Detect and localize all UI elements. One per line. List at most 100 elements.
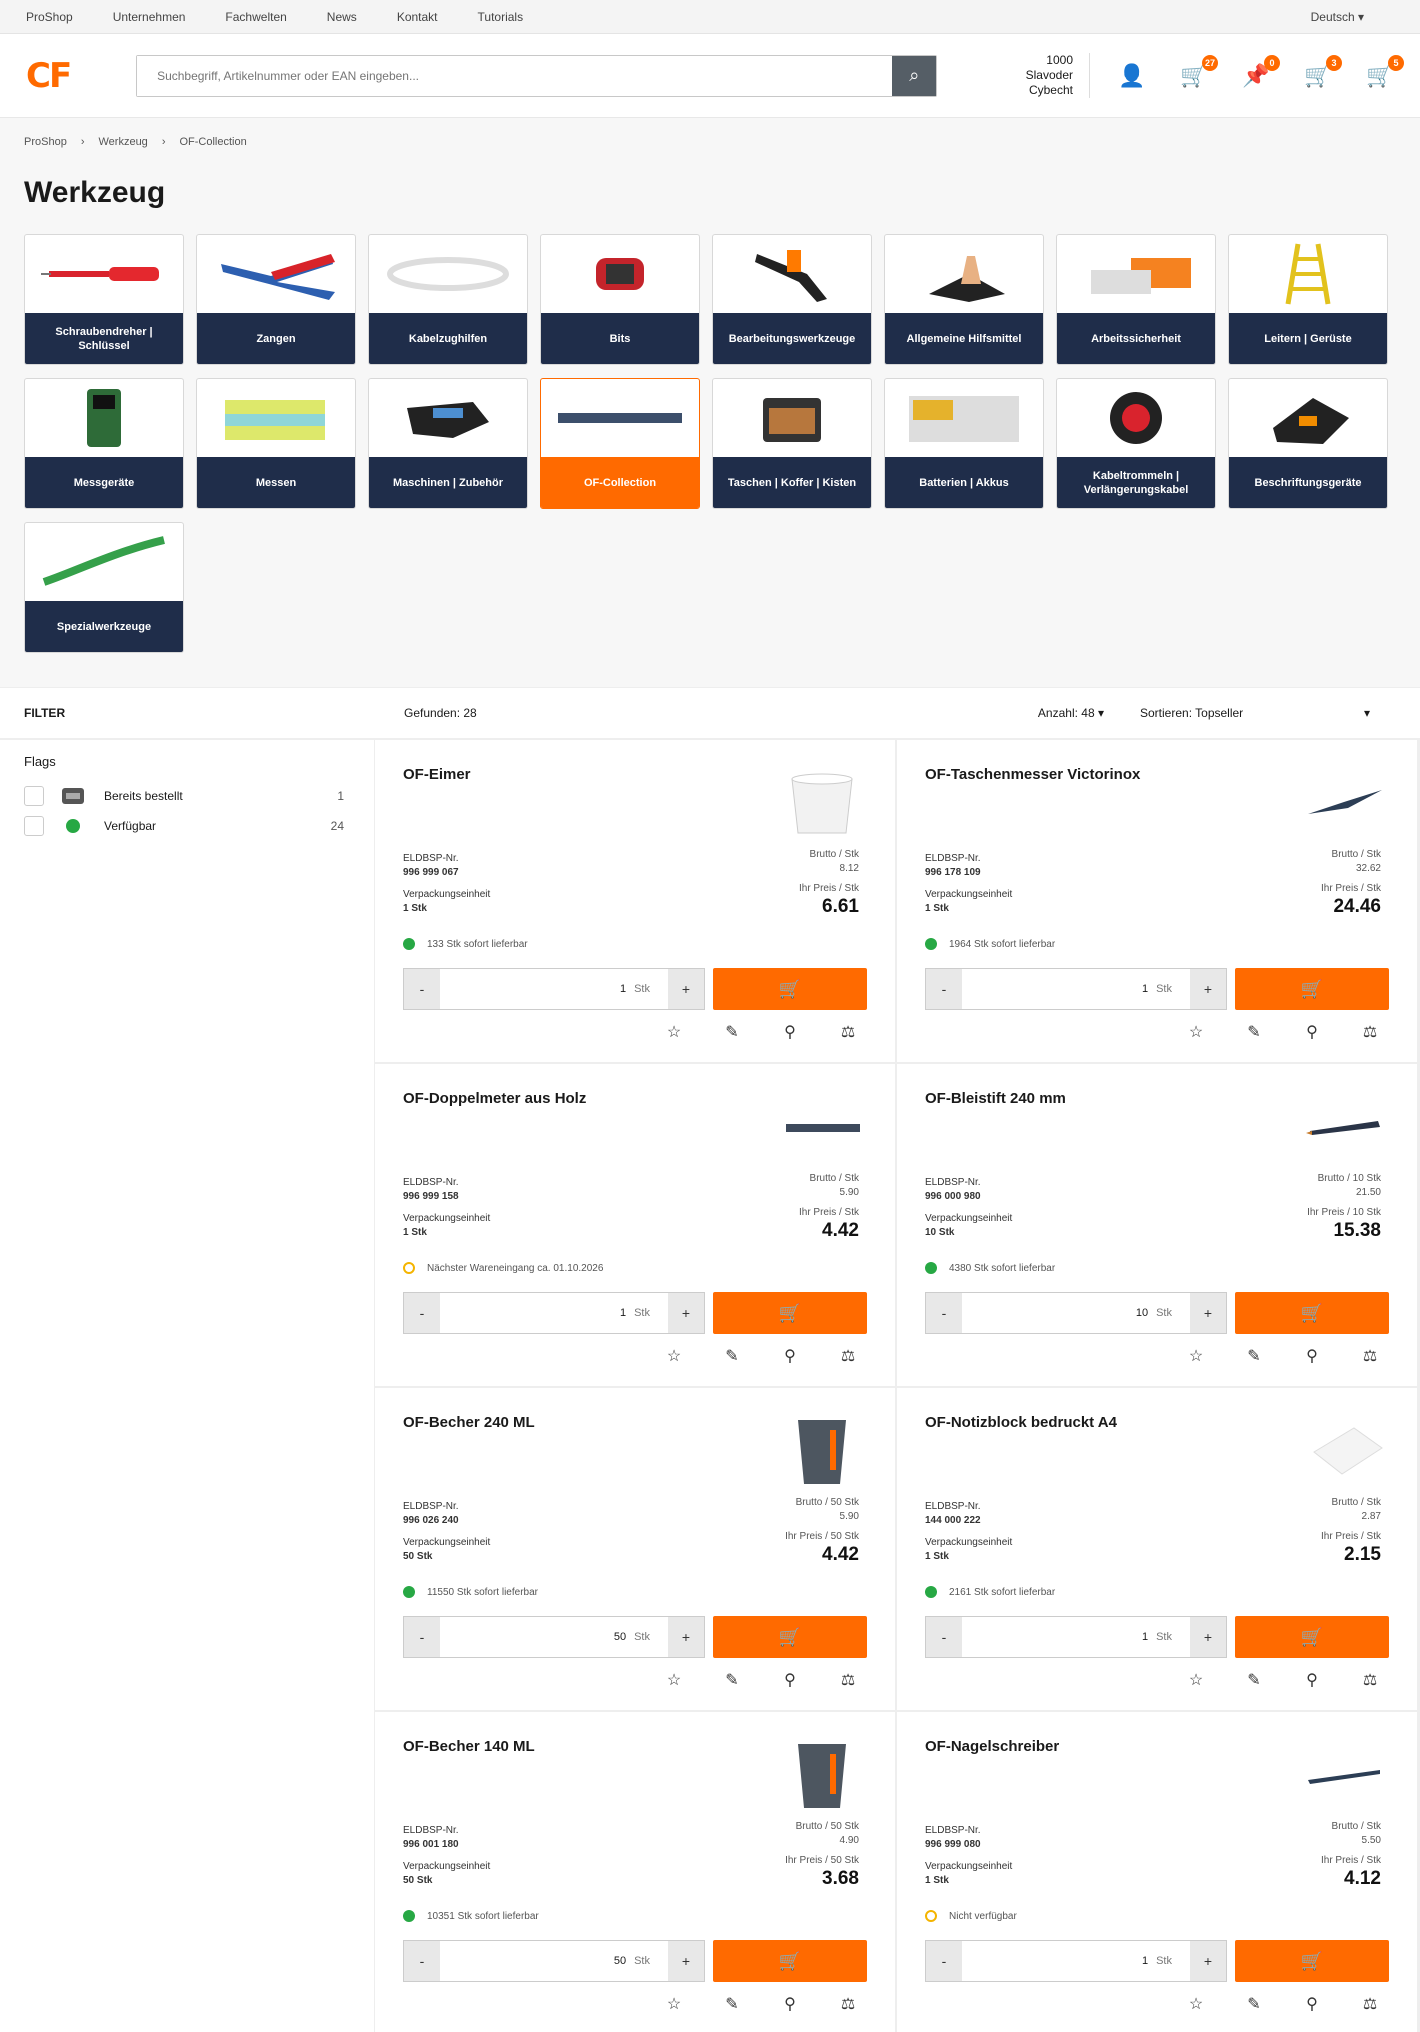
category-card[interactable]: Batterien | Akkus: [884, 378, 1044, 509]
pin-icon[interactable]: ⚲: [1301, 1022, 1323, 1042]
compare-icon[interactable]: ⚖: [1359, 1670, 1381, 1690]
star-icon[interactable]: ☆: [1185, 1346, 1207, 1366]
quantity-input[interactable]: 1 Stk: [440, 1293, 668, 1333]
notes-icon[interactable]: ✎: [721, 1994, 743, 2014]
decrease-button[interactable]: -: [926, 1293, 962, 1333]
order-lists-icon[interactable]: 🛒 27: [1180, 54, 1218, 89]
search-button[interactable]: ⌕: [892, 55, 937, 96]
language-select[interactable]: Deutsch ▾: [1311, 10, 1364, 24]
star-icon[interactable]: ☆: [1185, 1022, 1207, 1042]
compare-icon[interactable]: ⚖: [1359, 1994, 1381, 2014]
user-icon[interactable]: 👤: [1118, 63, 1146, 89]
increase-button[interactable]: +: [668, 969, 704, 1009]
category-card[interactable]: Kabelzughilfen: [368, 234, 528, 365]
decrease-button[interactable]: -: [926, 1617, 962, 1657]
notes-icon[interactable]: ✎: [721, 1670, 743, 1690]
pin-icon[interactable]: ⚲: [1301, 1994, 1323, 2014]
quantity-input[interactable]: 10 Stk: [962, 1293, 1190, 1333]
filter-option[interactable]: Verfügbar 24: [24, 811, 350, 841]
category-card[interactable]: Zangen: [196, 234, 356, 365]
product-image[interactable]: [1299, 1736, 1389, 1816]
top-nav-link[interactable]: Fachwelten: [225, 10, 286, 24]
category-card[interactable]: Messgeräte: [24, 378, 184, 509]
category-card[interactable]: Bits: [540, 234, 700, 365]
account-info[interactable]: 1000 Slavoder Cybecht: [981, 53, 1090, 98]
category-card[interactable]: Spezialwerkzeuge: [24, 522, 184, 653]
star-icon[interactable]: ☆: [1185, 1994, 1207, 2014]
increase-button[interactable]: +: [668, 1617, 704, 1657]
notes-icon[interactable]: ✎: [721, 1346, 743, 1366]
product-image[interactable]: [777, 1736, 867, 1816]
sort-select[interactable]: Sortieren: Topseller ▾: [1140, 706, 1370, 720]
decrease-button[interactable]: -: [926, 1941, 962, 1981]
category-card[interactable]: Taschen | Koffer | Kisten: [712, 378, 872, 509]
breadcrumb-item[interactable]: OF-Collection: [179, 136, 246, 148]
notes-icon[interactable]: ✎: [1243, 1994, 1265, 2014]
notes-icon[interactable]: ✎: [1243, 1022, 1265, 1042]
breadcrumb-item[interactable]: Werkzeug: [98, 136, 147, 148]
add-to-cart-button[interactable]: 🛒: [713, 1940, 867, 1982]
category-card[interactable]: Allgemeine Hilfsmittel: [884, 234, 1044, 365]
category-card[interactable]: OF-Collection: [540, 378, 700, 509]
top-nav-link[interactable]: News: [327, 10, 357, 24]
quantity-input[interactable]: 50 Stk: [440, 1617, 668, 1657]
product-image[interactable]: [1299, 1412, 1389, 1492]
compare-icon[interactable]: ⚖: [837, 1994, 859, 2014]
pin-icon[interactable]: ⚲: [779, 1022, 801, 1042]
decrease-button[interactable]: -: [404, 1941, 440, 1981]
product-image[interactable]: [777, 1088, 867, 1168]
pin-icon[interactable]: ⚲: [1301, 1670, 1323, 1690]
quantity-input[interactable]: 1 Stk: [962, 1941, 1190, 1981]
add-to-cart-button[interactable]: 🛒: [1235, 968, 1389, 1010]
product-image[interactable]: [1299, 1088, 1389, 1168]
add-to-cart-button[interactable]: 🛒: [713, 1616, 867, 1658]
compare-icon[interactable]: ⚖: [1359, 1346, 1381, 1366]
star-icon[interactable]: ☆: [663, 1022, 685, 1042]
filter-option[interactable]: Bereits bestellt 1: [24, 781, 350, 811]
pin-icon[interactable]: ⚲: [779, 1670, 801, 1690]
category-card[interactable]: Arbeitssicherheit: [1056, 234, 1216, 365]
top-nav-link[interactable]: Tutorials: [478, 10, 524, 24]
increase-button[interactable]: +: [1190, 1941, 1226, 1981]
compare-icon[interactable]: ⚖: [837, 1022, 859, 1042]
category-card[interactable]: Schraubendreher | Schlüssel: [24, 234, 184, 365]
per-page-select[interactable]: Anzahl: 48 ▾: [1038, 706, 1104, 720]
category-card[interactable]: Messen: [196, 378, 356, 509]
breadcrumb-item[interactable]: ProShop: [24, 136, 67, 148]
compare-icon[interactable]: ⚖: [837, 1670, 859, 1690]
product-image[interactable]: [1299, 764, 1389, 844]
decrease-button[interactable]: -: [926, 969, 962, 1009]
quantity-input[interactable]: 1 Stk: [440, 969, 668, 1009]
compare-icon[interactable]: ⚖: [837, 1346, 859, 1366]
add-to-cart-button[interactable]: 🛒: [713, 1292, 867, 1334]
star-icon[interactable]: ☆: [663, 1994, 685, 2014]
logo[interactable]: CF: [26, 56, 84, 96]
top-nav-link[interactable]: Kontakt: [397, 10, 438, 24]
add-to-cart-button[interactable]: 🛒: [1235, 1616, 1389, 1658]
filter-checkbox[interactable]: [24, 816, 44, 836]
increase-button[interactable]: +: [668, 1293, 704, 1333]
pin-icon[interactable]: ⚲: [779, 1346, 801, 1366]
star-icon[interactable]: ☆: [663, 1670, 685, 1690]
increase-button[interactable]: +: [1190, 1293, 1226, 1333]
add-to-cart-button[interactable]: 🛒: [713, 968, 867, 1010]
add-to-cart-button[interactable]: 🛒: [1235, 1292, 1389, 1334]
increase-button[interactable]: +: [1190, 969, 1226, 1009]
decrease-button[interactable]: -: [404, 1293, 440, 1333]
notes-icon[interactable]: ✎: [1243, 1670, 1265, 1690]
category-card[interactable]: Bearbeitungswerkzeuge: [712, 234, 872, 365]
product-image[interactable]: [777, 764, 867, 844]
filter-checkbox[interactable]: [24, 786, 44, 806]
category-card[interactable]: Beschriftungsgeräte: [1228, 378, 1388, 509]
increase-button[interactable]: +: [668, 1941, 704, 1981]
notes-icon[interactable]: ✎: [721, 1022, 743, 1042]
category-card[interactable]: Kabeltrommeln | Verlängerungskabel: [1056, 378, 1216, 509]
decrease-button[interactable]: -: [404, 1617, 440, 1657]
quantity-input[interactable]: 1 Stk: [962, 969, 1190, 1009]
quantity-input[interactable]: 1 Stk: [962, 1617, 1190, 1657]
notes-icon[interactable]: ✎: [1243, 1346, 1265, 1366]
star-icon[interactable]: ☆: [663, 1346, 685, 1366]
product-image[interactable]: [777, 1412, 867, 1492]
category-card[interactable]: Leitern | Gerüste: [1228, 234, 1388, 365]
category-card[interactable]: Maschinen | Zubehör: [368, 378, 528, 509]
